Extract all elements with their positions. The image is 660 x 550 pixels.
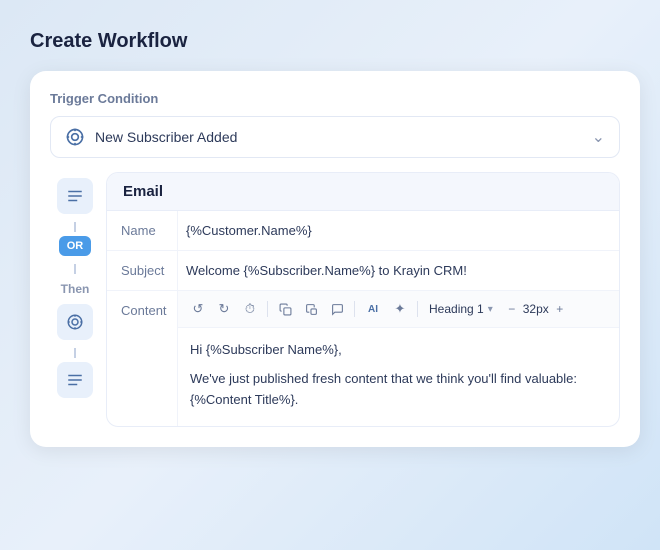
main-card: Trigger Condition New Subscriber Added ⌄ [30, 71, 640, 447]
email-panel-header: Email [107, 173, 619, 211]
copy-button-2[interactable] [299, 297, 323, 321]
toolbar-divider-3 [417, 301, 418, 317]
editor-content[interactable]: Hi {%Subscriber Name%}, We've just publi… [178, 328, 619, 426]
heading-select[interactable]: Heading 1 ▾ [423, 300, 499, 318]
toolbar-size-controls: − 32px + [503, 300, 569, 318]
flow-email-node[interactable] [57, 178, 93, 214]
name-label: Name [107, 211, 177, 250]
or-badge[interactable]: OR [59, 236, 92, 256]
flow-node-2[interactable] [57, 304, 93, 340]
subject-value[interactable]: Welcome {%Subscriber.Name%} to Krayin CR… [177, 251, 619, 290]
email-panel: Email Name {%Customer.Name%} Subject Wel… [106, 172, 620, 427]
editor-line-1: Hi {%Subscriber Name%}, [190, 340, 607, 361]
flow-area: OR Then [50, 172, 620, 427]
toolbar-divider-2 [354, 301, 355, 317]
connector-3 [74, 348, 76, 358]
history-button[interactable]: ⏱ [238, 297, 262, 321]
toolbar-divider-1 [267, 301, 268, 317]
editor-toolbar: ↺ ↻ ⏱ [178, 291, 619, 328]
trigger-section-label: Trigger Condition [50, 91, 620, 106]
size-increase-button[interactable]: + [551, 300, 569, 318]
content-field-row: Content ↺ ↻ ⏱ [107, 291, 619, 426]
chevron-down-icon: ⌄ [592, 127, 605, 147]
page-title: Create Workflow [30, 30, 640, 53]
ai-button[interactable]: AI [360, 297, 386, 321]
subject-field-row: Subject Welcome {%Subscriber.Name%} to K… [107, 251, 619, 291]
name-value[interactable]: {%Customer.Name%} [177, 211, 619, 250]
undo-button[interactable]: ↺ [186, 297, 210, 321]
name-field-row: Name {%Customer.Name%} [107, 211, 619, 251]
connector-1 [74, 222, 76, 232]
flow-node-3[interactable] [57, 362, 93, 398]
editor-line-2: We've just published fresh content that … [190, 369, 607, 411]
copy-button-1[interactable] [273, 297, 297, 321]
copy-button-3[interactable] [325, 297, 349, 321]
trigger-selected-value: New Subscriber Added [95, 129, 592, 145]
sidebar-flow: OR Then [50, 172, 100, 427]
content-label: Content [107, 291, 177, 330]
magic-button[interactable]: ✦ [388, 297, 412, 321]
trigger-dropdown[interactable]: New Subscriber Added ⌄ [50, 116, 620, 158]
connector-2 [74, 264, 76, 274]
target-icon [65, 127, 85, 147]
redo-button[interactable]: ↻ [212, 297, 236, 321]
page-container: Create Workflow Trigger Condition New Su… [0, 0, 660, 550]
size-decrease-button[interactable]: − [503, 300, 521, 318]
then-label: Then [61, 282, 90, 296]
size-value: 32px [523, 302, 549, 316]
rich-editor[interactable]: ↺ ↻ ⏱ [177, 291, 619, 426]
email-fields: Name {%Customer.Name%} Subject Welcome {… [107, 211, 619, 426]
subject-label: Subject [107, 251, 177, 290]
heading-select-label: Heading 1 [429, 302, 484, 316]
heading-chevron-icon: ▾ [488, 304, 493, 315]
